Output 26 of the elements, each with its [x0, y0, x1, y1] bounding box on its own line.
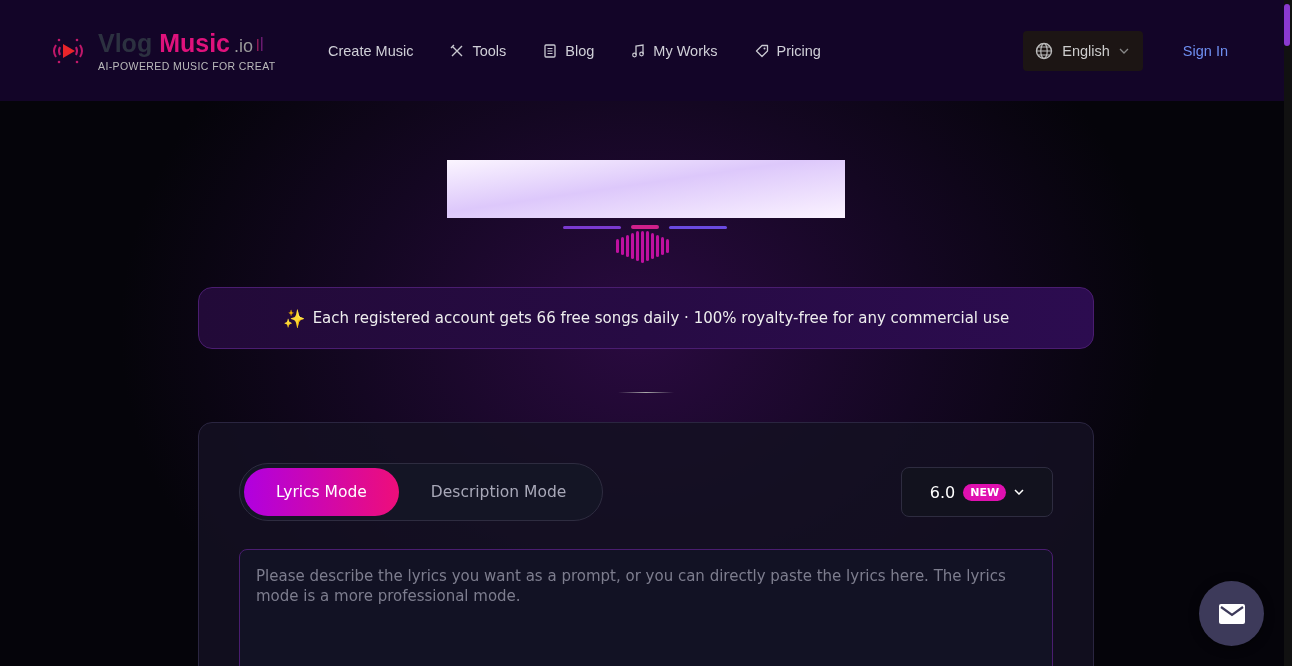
globe-icon: [1035, 41, 1054, 60]
chevron-down-icon: [1118, 47, 1129, 54]
document-icon: [543, 43, 558, 58]
version-selector[interactable]: 6.0 NEW: [901, 467, 1053, 517]
nav-link[interactable]: Pricing: [754, 42, 821, 59]
bars-icon: [257, 36, 265, 52]
logo-icon: [50, 36, 86, 65]
nav-link[interactable]: My Works: [631, 42, 718, 59]
mail-icon: [1218, 603, 1245, 624]
nav-link[interactable]: Create Music: [328, 42, 414, 59]
tag-icon: [754, 43, 769, 58]
notice-text: Each registered account gets 66 free songs daily · 100% royalty-free for any commercial use: [312, 309, 1010, 327]
mode-tab[interactable]: Description Mode: [398, 468, 599, 516]
logo-suffix: .io: [234, 36, 253, 57]
music-note-icon: [631, 43, 646, 58]
new-badge: NEW: [963, 483, 1007, 501]
language-selector[interactable]: English: [1023, 30, 1143, 71]
sign-in-link[interactable]: Sign In: [1182, 42, 1228, 59]
nav-link[interactable]: Tools: [450, 42, 507, 59]
logo-tagline: AI-POWERED MUSIC FOR CREAT: [98, 60, 276, 72]
tools-icon: [450, 43, 465, 58]
nav-link[interactable]: Blog: [543, 42, 595, 59]
prompt-field[interactable]: Please describe the lyrics you want as a prompt, or you can directly paste the lyrics here. The lyrics mode is a more professional mode.: [239, 549, 1053, 666]
mode-tab[interactable]: Lyrics Mode: [244, 468, 399, 516]
chevron-down-icon: [1014, 489, 1025, 495]
sparkle-icon: ✨: [282, 307, 305, 329]
